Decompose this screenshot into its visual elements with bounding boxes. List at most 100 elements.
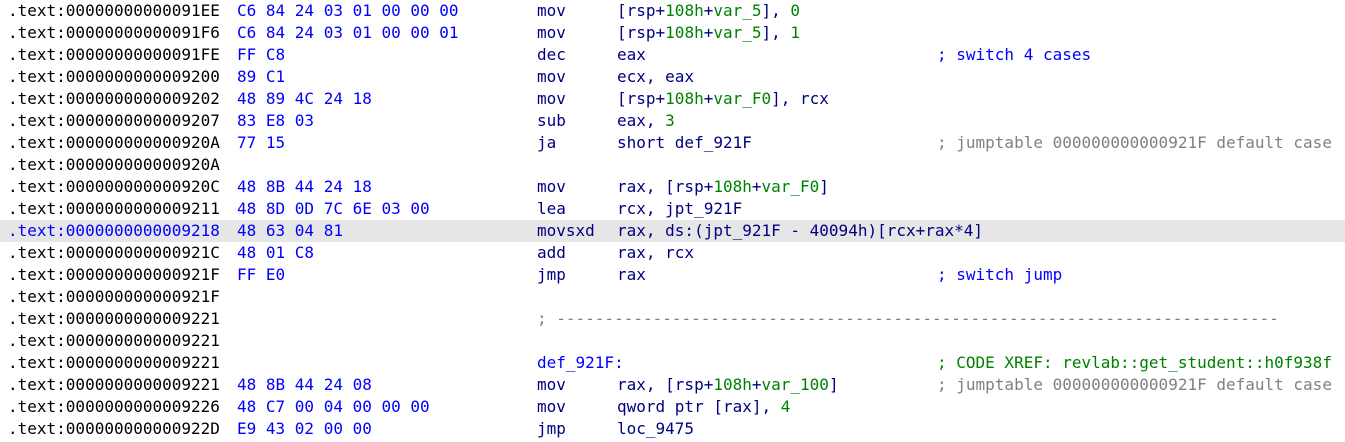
listing-row[interactable]: .text:00000000000091EE C6 84 24 03 01 00 … <box>0 0 1345 22</box>
operands[interactable]: [rsp+108h+var_5], 0 <box>617 0 800 22</box>
address[interactable]: .text:0000000000009221 <box>8 308 220 330</box>
operand-part: rax, ds:(jpt_921F - 40094h)[rcx+rax*4] <box>617 221 984 240</box>
listing-row[interactable]: .text:0000000000009221 48 8B 44 24 08 mov r… <box>0 374 1345 396</box>
listing-row[interactable]: .text:0000000000009221 def_921F: ; CODE XR… <box>0 352 1345 374</box>
address[interactable]: .text:0000000000009211 <box>8 198 220 220</box>
operands[interactable]: rax <box>617 264 646 286</box>
operands[interactable]: short def_921F <box>617 132 752 154</box>
opcode-bytes: C6 84 24 03 01 00 00 00 <box>237 1 459 20</box>
operand-part: 108h <box>665 89 704 108</box>
comment: ; CODE XREF: revlab::get_student::h0f938… <box>937 353 1332 372</box>
address[interactable]: .text:000000000000921C <box>8 242 220 264</box>
operands[interactable]: [rsp+108h+var_5], 1 <box>617 22 800 44</box>
address[interactable]: .text:0000000000009218 <box>8 220 220 242</box>
mnemonic[interactable]: sub <box>537 110 566 132</box>
operands[interactable]: loc_9475 <box>617 418 694 440</box>
mnemonic[interactable]: mov <box>537 374 566 396</box>
opcode-bytes: 48 8B 44 24 08 <box>237 375 372 394</box>
mnemonic[interactable]: dec <box>537 44 566 66</box>
mnemonic[interactable]: jmp <box>537 264 566 286</box>
operand-part: [rsp+ <box>617 23 666 42</box>
listing-row[interactable]: .text:00000000000091F6 C6 84 24 03 01 00 … <box>0 22 1345 44</box>
operands[interactable]: qword ptr [rax], 4 <box>617 396 790 418</box>
operands[interactable]: eax, 3 <box>617 110 675 132</box>
mnemonic[interactable]: mov <box>537 396 566 418</box>
address[interactable]: .text:0000000000009221 <box>8 330 220 352</box>
operands[interactable]: rax, [rsp+108h+var_100] <box>617 374 839 396</box>
listing-row[interactable]: .text:0000000000009202 48 89 4C 24 18 mov [… <box>0 88 1345 110</box>
listing-row[interactable]: .text:000000000000921C 48 01 C8 add rax, rc… <box>0 242 1345 264</box>
mnemonic[interactable]: ja <box>537 132 556 154</box>
opcode-bytes: 89 C1 <box>237 67 286 86</box>
listing-row[interactable]: .text:0000000000009221 <box>0 330 1345 352</box>
mnemonic[interactable]: mov <box>537 22 566 44</box>
listing-row[interactable]: .text:0000000000009226 48 C7 00 04 00 00 … <box>0 396 1345 418</box>
address[interactable]: .text:0000000000009221 <box>8 374 220 396</box>
listing-row[interactable]: .text:0000000000009207 83 E8 03 sub eax, 3 <box>0 110 1345 132</box>
stack-variable[interactable]: var_F0 <box>762 177 820 196</box>
stack-variable[interactable]: var_100 <box>762 375 829 394</box>
address[interactable]: .text:000000000000922D <box>8 418 220 440</box>
mnemonic[interactable]: add <box>537 242 566 264</box>
mnemonic[interactable]: mov <box>537 88 566 110</box>
mnemonic[interactable]: lea <box>537 198 566 220</box>
operands[interactable]: rax, rcx <box>617 242 694 264</box>
operand-part: eax, <box>617 111 666 130</box>
disassembly-listing[interactable]: .text:00000000000091EE C6 84 24 03 01 00 … <box>0 0 1345 442</box>
listing-row[interactable]: .text:00000000000091FE FF C8 dec eax ; switc… <box>0 44 1345 66</box>
listing-row[interactable]: .text:000000000000920A 77 15 ja short def_9… <box>0 132 1345 154</box>
address[interactable]: .text:0000000000009207 <box>8 110 220 132</box>
operand-part: loc_9475 <box>617 419 695 438</box>
opcode-bytes: 48 8D 0D 7C 6E 03 00 <box>237 199 430 218</box>
listing-row[interactable]: .text:0000000000009200 89 C1 mov ecx, eax <box>0 66 1345 88</box>
address[interactable]: .text:000000000000921F <box>8 286 220 308</box>
operand-part: + <box>703 23 714 42</box>
operands[interactable]: rax, [rsp+108h+var_F0] <box>617 176 829 198</box>
mnemonic[interactable]: jmp <box>537 418 566 440</box>
immediate-value: 1 <box>790 23 801 42</box>
listing-row[interactable]: .text:0000000000009211 48 8D 0D 7C 6E 03 … <box>0 198 1345 220</box>
address[interactable]: .text:00000000000091EE <box>8 0 220 22</box>
stack-variable[interactable]: var_F0 <box>713 89 771 108</box>
operands[interactable]: ecx, eax <box>617 66 694 88</box>
operands[interactable]: rcx, jpt_921F <box>617 198 742 220</box>
listing-row[interactable]: .text:0000000000009221 ; ----------------… <box>0 308 1345 330</box>
listing-row[interactable]: .text:000000000000920A <box>0 154 1345 176</box>
operand-part: ], <box>761 1 791 20</box>
mnemonic[interactable]: mov <box>537 66 566 88</box>
operand-part: 108h <box>713 375 752 394</box>
address[interactable]: .text:0000000000009202 <box>8 88 220 110</box>
listing-row[interactable]: .text:000000000000921F <box>0 286 1345 308</box>
opcode-bytes: FF C8 <box>237 45 286 64</box>
operands[interactable]: rax, ds:(jpt_921F - 40094h)[rcx+rax*4] <box>617 220 983 242</box>
operand-part: rax, [rsp+ <box>617 177 714 196</box>
operand-part: [rsp+ <box>617 1 666 20</box>
stack-variable[interactable]: var_5 <box>713 1 761 20</box>
listing-row[interactable]: .text:000000000000922D E9 43 02 00 00 jmp l… <box>0 418 1345 440</box>
address[interactable]: .text:00000000000091F6 <box>8 22 220 44</box>
mnemonic[interactable]: mov <box>537 176 566 198</box>
operand-part: qword ptr [rax], <box>617 397 781 416</box>
opcode-bytes: 48 01 C8 <box>237 243 315 262</box>
address[interactable]: .text:000000000000920C <box>8 176 220 198</box>
address[interactable]: .text:0000000000009200 <box>8 66 220 88</box>
mnemonic[interactable]: movsxd <box>537 220 595 242</box>
opcode-bytes: FF E0 <box>237 265 286 284</box>
operands[interactable]: eax <box>617 44 646 66</box>
address[interactable]: .text:000000000000921F <box>8 264 220 286</box>
operands[interactable]: [rsp+108h+var_F0], rcx <box>617 88 829 110</box>
address[interactable]: .text:0000000000009221 <box>8 352 220 374</box>
address[interactable]: .text:000000000000920A <box>8 154 220 176</box>
listing-row[interactable]: .text:000000000000921F FF E0 jmp rax ; switc… <box>0 264 1345 286</box>
mnemonic[interactable]: mov <box>537 0 566 22</box>
immediate-value: 4 <box>780 397 791 416</box>
address[interactable]: .text:000000000000920A <box>8 132 220 154</box>
address[interactable]: .text:00000000000091FE <box>8 44 220 66</box>
listing-row[interactable]: .text:0000000000009218 48 63 04 81 movsxd r… <box>0 220 1345 242</box>
stack-variable[interactable]: var_5 <box>713 23 761 42</box>
listing-row[interactable]: .text:000000000000920C 48 8B 44 24 18 mov r… <box>0 176 1345 198</box>
opcode-bytes: 48 C7 00 04 00 00 00 <box>237 397 430 416</box>
code-label[interactable]: def_921F: <box>537 352 624 374</box>
address[interactable]: .text:0000000000009226 <box>8 396 220 418</box>
operand-part: rcx, jpt_921F <box>617 199 743 218</box>
